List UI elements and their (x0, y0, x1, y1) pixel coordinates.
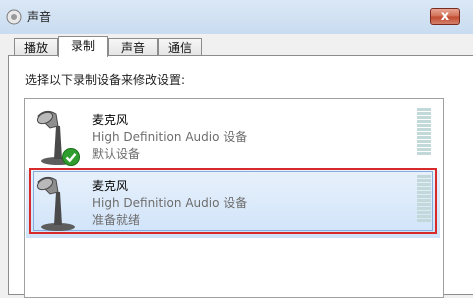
checkmark-icon (62, 148, 80, 166)
device-status: 准备就绪 (92, 213, 141, 227)
device-status: 默认设备 (92, 147, 141, 161)
close-button[interactable]: x (430, 8, 460, 25)
level-meter (417, 175, 431, 223)
tab-playback[interactable]: 播放 (14, 38, 58, 56)
close-icon: x (440, 9, 450, 24)
title-bar: 声音 x (0, 0, 473, 34)
instruction-text: 选择以下录制设备来修改设置: (25, 73, 186, 87)
speaker-icon (6, 9, 22, 25)
microphone-icon (36, 176, 75, 231)
device-name: 麦克风 (92, 113, 129, 127)
level-meter (417, 108, 431, 156)
device-description: High Definition Audio 设备 (92, 130, 248, 144)
device-description: High Definition Audio 设备 (92, 196, 248, 210)
tab-communications[interactable]: 通信 (158, 38, 202, 56)
tab-sounds[interactable]: 声音 (108, 38, 158, 56)
window-title: 声音 (27, 10, 52, 24)
tab-recording[interactable]: 录制 (58, 36, 108, 57)
device-name: 麦克风 (92, 179, 129, 193)
